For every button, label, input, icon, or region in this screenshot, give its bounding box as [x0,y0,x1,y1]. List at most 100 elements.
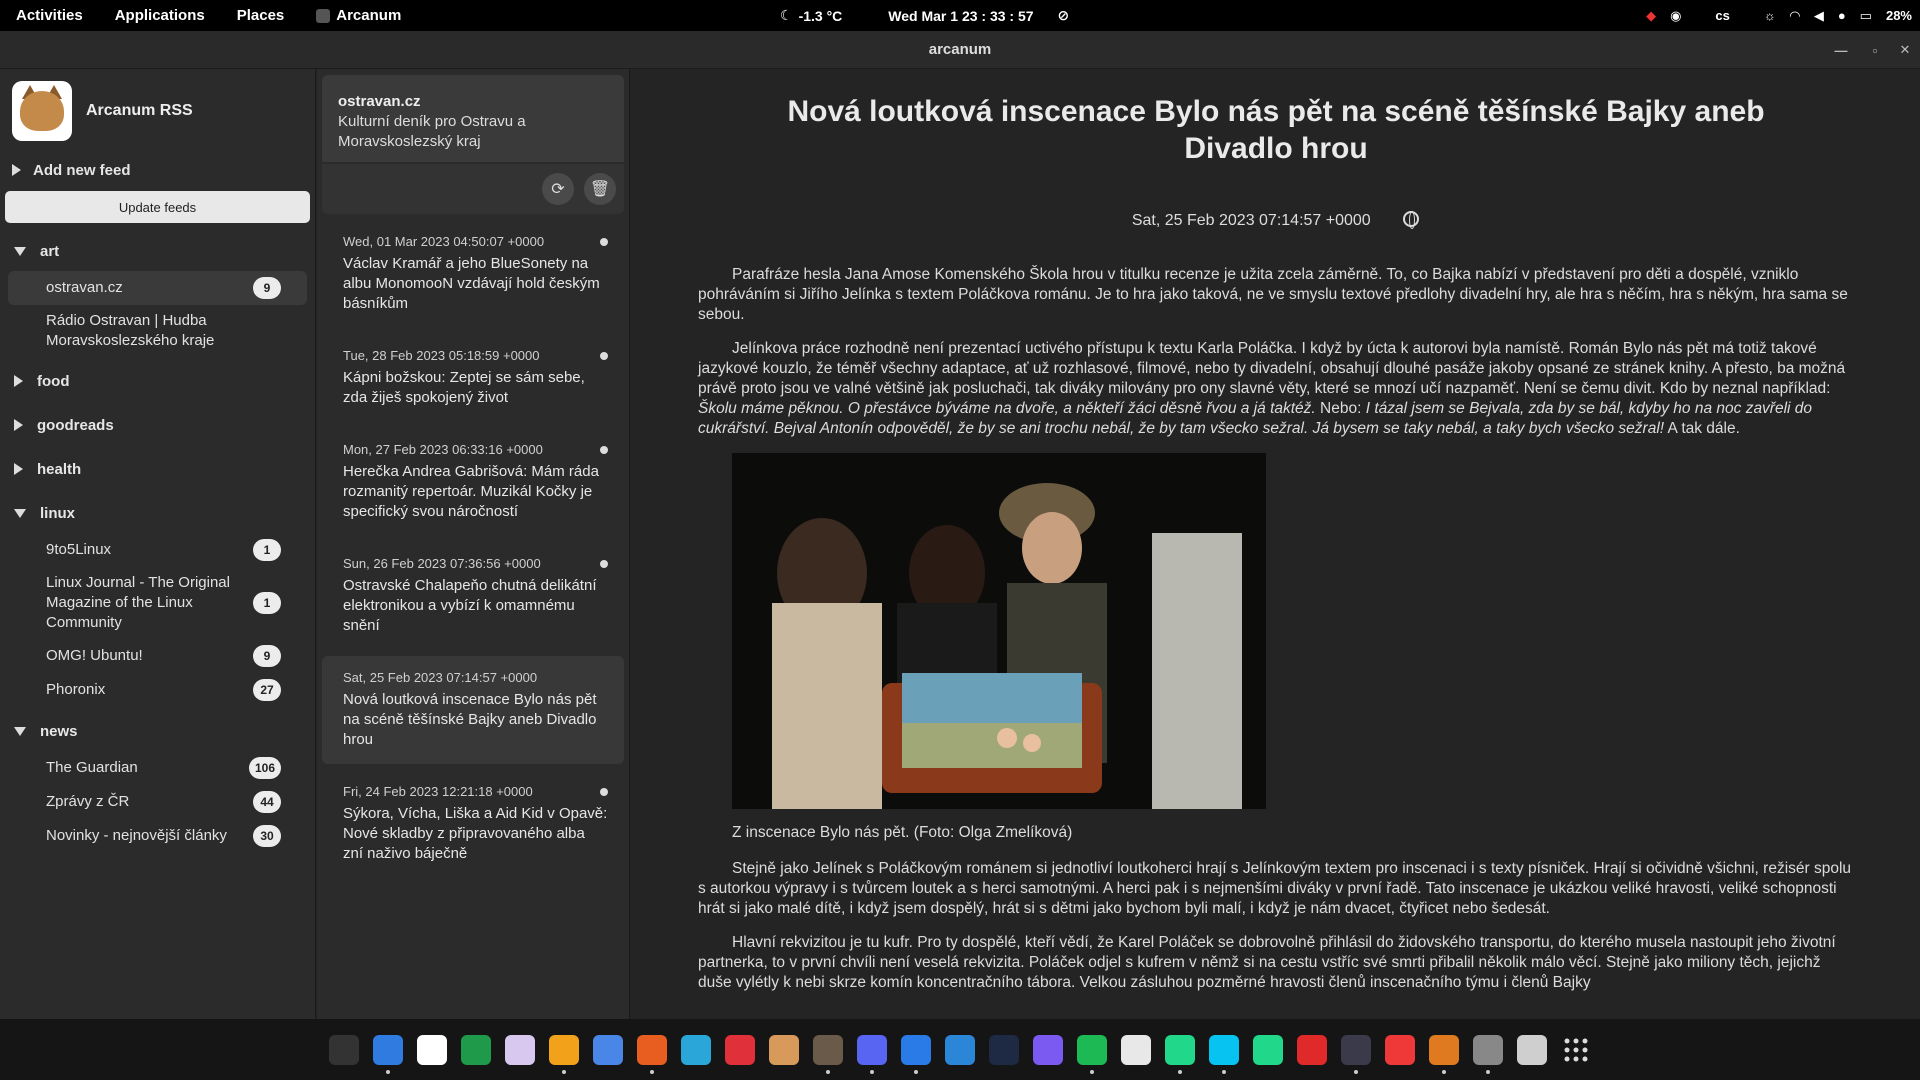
microphone-icon[interactable]: ● [1838,8,1846,23]
vscode-icon[interactable] [1341,1034,1371,1074]
notes-icon[interactable] [505,1034,535,1065]
webstorm-icon[interactable] [1209,1034,1239,1074]
sidebar-feed-item[interactable]: OMG! Ubuntu! 9 [8,639,307,673]
battery-icon[interactable]: ▭ [1860,8,1872,24]
entry-item[interactable]: Fri, 24 Feb 2023 12:21:18 +0000 Sýkora, V… [322,770,624,878]
open-in-browser-globe-icon[interactable] [1403,211,1420,229]
qbittorrent-icon[interactable] [945,1034,975,1065]
category-list: art ostravan.cz 9 Rádio Ostravan | Hudba Mo… [0,231,315,853]
sidebar-feed-item[interactable]: Phoronix 27 [8,673,307,707]
vpn-icon[interactable]: ◆ [1646,8,1656,24]
clion-icon[interactable] [1165,1034,1195,1074]
terminal-icon[interactable] [329,1034,359,1065]
update-feeds-button[interactable]: Update feeds [5,191,310,223]
weather-text[interactable]: -1.3 °C [799,8,843,24]
keyboard-layout[interactable]: cs [1715,8,1729,23]
category-label: food [37,372,70,390]
apps-grid-icon[interactable] [1561,1035,1591,1065]
volume-icon[interactable]: ◀ [1814,8,1824,24]
category-art[interactable]: art [0,231,315,271]
category-news[interactable]: news [0,711,315,751]
browser-icon[interactable] [681,1034,711,1065]
discord-tray-icon[interactable]: ◉ [1670,8,1681,24]
wifi-icon[interactable]: ◠ [1790,8,1800,24]
article-paragraph: Jelínkova práce rozhodně není prezentací… [698,339,1858,439]
category-health[interactable]: health [0,449,315,489]
firefox-icon[interactable] [637,1034,667,1074]
sidebar-feed-item[interactable]: 9to5Linux 1 [8,533,307,567]
minimize-button[interactable]: — [1830,39,1852,61]
entry-item[interactable]: Wed, 01 Mar 2023 04:50:07 +0000 Václav Kr… [322,220,624,328]
article-view: Nová loutková inscenace Bylo nás pět na … [631,69,1920,1019]
applications-label: Applications [114,7,205,24]
places-menu[interactable]: Places [221,7,301,24]
window-titlebar[interactable]: arcanum — ▫ ✕ [0,31,1920,69]
app-menu[interactable]: Arcanum [300,7,417,24]
entry-item[interactable]: Sat, 25 Feb 2023 07:14:57 +0000 Nová lout… [322,656,624,764]
spotify-icon[interactable] [1077,1034,1107,1074]
pycharm-icon[interactable] [1253,1034,1283,1065]
entry-date: Wed, 01 Mar 2023 04:50:07 +0000 [343,234,545,249]
feeds-sidebar: Arcanum RSS Add new feed Update feeds ar… [0,69,316,1019]
arcanum2-icon[interactable] [1429,1034,1459,1074]
photo-caption: Z inscenace Bylo nás pět. (Foto: Olga Zm… [732,824,1073,841]
proton-icon[interactable] [1033,1034,1063,1065]
feed-name: ostravan.cz [46,279,123,296]
entry-date: Fri, 24 Feb 2023 12:21:18 +0000 [343,784,533,799]
chat-icon[interactable] [901,1034,931,1074]
category-food[interactable]: food [0,361,315,401]
gear-icon[interactable] [1473,1034,1503,1074]
sidebar-feed-item[interactable]: Rádio Ostravan | Hudba Moravskoslezského… [8,305,307,357]
unread-count-badge: 106 [248,757,281,779]
entry-item[interactable]: Tue, 28 Feb 2023 05:18:59 +0000 Kápni bož… [322,334,624,422]
sidebar-feed-item[interactable]: ostravan.cz 9 [8,271,307,305]
brightness-icon[interactable]: ☼ [1764,8,1776,23]
category-linux[interactable]: linux [0,493,315,533]
brave-icon[interactable] [549,1034,579,1074]
collapse-arrow-icon [14,508,26,518]
applications-menu[interactable]: Applications [99,7,221,24]
feed-actions: ⟳ 🗑 [322,164,624,214]
sidebar-feed-item[interactable]: The Guardian 106 [8,751,307,785]
sidebar-feed-item[interactable]: Linux Journal - The Original Magazine of… [8,567,307,639]
user-icon[interactable] [769,1034,799,1065]
arcanum-icon[interactable] [813,1034,843,1074]
vivaldi-icon[interactable] [1385,1034,1415,1065]
mailspring-icon[interactable] [725,1034,755,1065]
unread-count-badge: 1 [253,539,281,561]
activities-button[interactable]: Activities [0,7,99,24]
notion-icon[interactable] [417,1034,447,1065]
finder-icon[interactable] [373,1034,403,1074]
chromium-icon[interactable] [593,1034,623,1065]
feed-name: Zprávy z ČR [46,793,130,810]
app-menu-label: Arcanum [336,7,402,24]
discord-icon[interactable] [857,1034,887,1074]
entry-date: Tue, 28 Feb 2023 05:18:59 +0000 [343,348,540,363]
entry-item[interactable]: Sun, 26 Feb 2023 07:36:56 +0000 Ostravské… [322,542,624,650]
article-meta: Sat, 25 Feb 2023 07:14:57 +0000 [631,211,1920,230]
category-goodreads[interactable]: goodreads [0,405,315,445]
article-title: Nová loutková inscenace Bylo nás pět na … [787,95,1765,165]
sidebar-feed-item[interactable]: Novinky - nejnovější články 30 [8,819,307,853]
tasks-icon[interactable] [461,1034,491,1065]
category-label: linux [40,504,76,522]
maximize-button[interactable]: ▫ [1864,39,1886,61]
settings-icon[interactable] [989,1034,1019,1065]
text-span: A tak dále. [1664,420,1740,437]
sidebar-feed-item[interactable]: Zprávy z ČR 44 [8,785,307,819]
category-label: news [40,722,78,740]
feed-title: ostravan.cz [338,93,421,110]
trash-icon[interactable] [1517,1034,1547,1065]
close-button[interactable]: ✕ [1894,39,1916,61]
notifications-off-icon[interactable]: ⊘ [1058,7,1070,24]
article-photo [732,453,1266,809]
clock[interactable]: Wed Mar 1 23 : 33 : 57 [888,8,1033,24]
anki-icon[interactable] [1121,1034,1151,1065]
add-feed-expander[interactable]: Add new feed [0,153,315,187]
refresh-feed-button[interactable]: ⟳ [542,173,574,205]
feed-info-card: ostravan.cz Kulturní deník pro Ostravu a… [322,75,624,162]
unread-dot-icon [600,788,608,796]
entry-item[interactable]: Mon, 27 Feb 2023 06:33:16 +0000 Herečka A… [322,428,624,536]
pdf-icon[interactable] [1297,1034,1327,1065]
delete-feed-button[interactable]: 🗑 [584,173,616,205]
